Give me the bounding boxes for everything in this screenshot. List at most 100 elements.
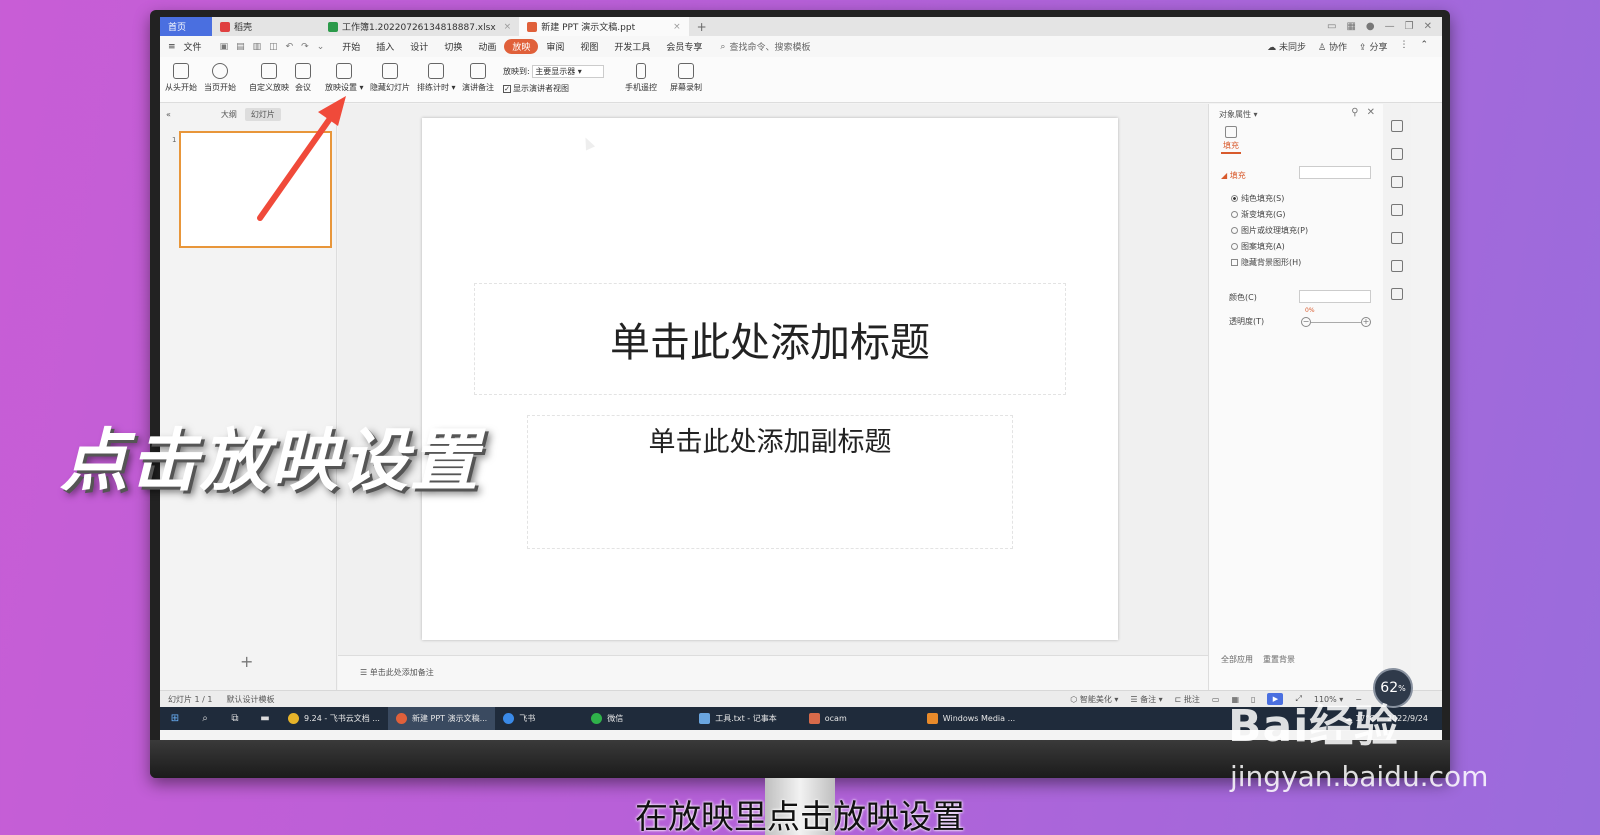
apps-icon[interactable]: ▦ (1346, 21, 1355, 32)
taskbar-app-feishu[interactable]: 飞书 (495, 707, 543, 730)
windows-start-icon[interactable]: ⊞ (160, 713, 190, 724)
menu-design[interactable]: 设计 (402, 40, 436, 53)
tab-docer[interactable]: 稻壳 (212, 17, 260, 36)
layout-icon[interactable]: ▭ (1327, 21, 1336, 32)
add-slide-button[interactable]: + (240, 652, 253, 671)
collapse-ribbon-icon[interactable]: ⌃ (1420, 40, 1428, 53)
collab-button[interactable]: ♙ 协作 (1318, 40, 1347, 53)
share-button[interactable]: ⇪ 分享 (1359, 40, 1387, 53)
hamburger-icon[interactable]: ≡ (160, 42, 184, 52)
taskbar-app-notepad[interactable]: 工具.txt - 记事本 (691, 707, 785, 730)
close-icon[interactable]: × (504, 22, 512, 32)
slides-icon[interactable] (1391, 204, 1403, 216)
phone-remote-button[interactable]: 手机遥控 (625, 63, 657, 93)
fill-tab[interactable]: 填充 (1221, 126, 1241, 154)
color-dropdown[interactable] (1299, 290, 1371, 303)
taskbar-app-ocam[interactable]: ocam (801, 707, 855, 730)
taskbar-app-wps[interactable]: 新建 PPT 演示文稿... (387, 707, 496, 730)
tab-xlsx[interactable]: 工作簿1.20220726134818887.xlsx × (320, 17, 519, 36)
notes-button[interactable]: ☰ 备注 ▾ (1130, 694, 1162, 705)
meeting-button[interactable]: 会议 (295, 63, 311, 93)
from-start-button[interactable]: 从头开始 (165, 63, 197, 93)
picture-fill-radio[interactable]: 图片或纹理填充(P) (1231, 225, 1308, 236)
hide-bg-checkbox[interactable]: 隐藏背景图形(H) (1231, 257, 1301, 268)
taskbar-app-media[interactable]: Windows Media ... (919, 707, 1023, 730)
menu-review[interactable]: 审阅 (538, 40, 572, 53)
notes-area[interactable]: ☰ 单击此处添加备注 (338, 655, 1208, 690)
window-close-icon[interactable]: ✕ (1424, 21, 1432, 32)
beautify-button[interactable]: ⬡ 智能美化 ▾ (1070, 694, 1118, 705)
more-icon[interactable]: ⋮ (1399, 40, 1408, 53)
menu-insert[interactable]: 插入 (368, 40, 402, 53)
show-to-select[interactable]: 主要显示器 ▾ (532, 65, 605, 78)
from-current-button[interactable]: 当页开始 (204, 63, 236, 93)
slides-tab[interactable]: 幻灯片 (244, 107, 281, 121)
menu-member[interactable]: 会员专享 (658, 40, 710, 53)
menu-view[interactable]: 视图 (572, 40, 606, 53)
presenter-view-checkbox[interactable]: ✓ 显示演讲者视图 (503, 80, 604, 97)
close-icon[interactable]: ✕ (1367, 107, 1375, 118)
screen-record-button[interactable]: 屏幕录制 (670, 63, 702, 93)
tab-ppt[interactable]: 新建 PPT 演示文稿.ppt × (519, 17, 689, 36)
image-icon[interactable] (1391, 260, 1403, 272)
menu-file[interactable]: 文件 (184, 40, 210, 53)
custom-show-button[interactable]: 自定义放映 (249, 63, 289, 93)
show-settings-button[interactable]: 放映设置 ▾ (325, 63, 364, 93)
fill-section-header[interactable]: ◢ 填充 (1221, 170, 1246, 181)
chevron-down-icon[interactable]: ⌄ (317, 42, 325, 52)
restore-icon[interactable]: ❐ (1405, 21, 1414, 32)
export-icon[interactable]: ▤ (236, 42, 245, 52)
mail-icon[interactable]: ▬ (250, 713, 280, 724)
collapse-pane-icon[interactable]: « (166, 110, 171, 119)
transparency-slider[interactable]: − + (1301, 316, 1371, 328)
save-icon[interactable]: ▣ (220, 42, 229, 52)
taskbar-app-chrome[interactable]: 9.24 - 飞书云文档 ... (280, 707, 388, 730)
menu-start[interactable]: 开始 (334, 40, 368, 53)
print-icon[interactable]: ▥ (253, 42, 262, 52)
speaker-notes-button[interactable]: 演讲备注 (462, 63, 494, 93)
template-name[interactable]: 默认设计模板 (227, 694, 275, 705)
normal-view-icon[interactable]: ▭ (1212, 695, 1220, 704)
solid-fill-radio[interactable]: 纯色填充(S) (1231, 193, 1284, 204)
sync-button[interactable]: ☁ 未同步 (1267, 40, 1306, 53)
tab-home[interactable]: 首页 (160, 17, 212, 36)
pin-icon[interactable]: ⚲ (1351, 107, 1358, 118)
menu-animation[interactable]: 动画 (470, 40, 504, 53)
properties-icon[interactable] (1391, 148, 1403, 160)
slide-thumbnail[interactable] (179, 131, 332, 248)
gradient-fill-radio[interactable]: 渐变填充(G) (1231, 209, 1285, 220)
outline-tab[interactable]: 大纲 (215, 108, 243, 121)
plus-icon[interactable]: + (1361, 317, 1371, 327)
undo-icon[interactable]: ↶ (286, 42, 294, 52)
slide[interactable]: 单击此处添加标题 单击此处添加副标题 (422, 118, 1118, 640)
menu-slideshow[interactable]: 放映 (504, 39, 539, 54)
comments-button[interactable]: ⊏ 批注 (1175, 694, 1200, 705)
magic-icon[interactable] (1391, 176, 1403, 188)
close-icon[interactable]: × (673, 22, 681, 32)
apply-all-button[interactable]: 全部应用 (1221, 654, 1253, 665)
task-view-icon[interactable]: ⧉ (220, 713, 250, 724)
redo-icon[interactable]: ↷ (301, 42, 309, 52)
title-placeholder[interactable]: 单击此处添加标题 (474, 283, 1066, 395)
search-icon[interactable]: ⌕ (190, 713, 220, 724)
avatar[interactable]: ● (1366, 21, 1375, 32)
settings-icon (336, 63, 353, 79)
preview-icon[interactable]: ◫ (269, 42, 278, 52)
new-tab-button[interactable]: + (689, 20, 715, 34)
subtitle-placeholder[interactable]: 单击此处添加副标题 (527, 415, 1013, 549)
reset-bg-button[interactable]: 重置背景 (1263, 654, 1295, 665)
hide-slide-button[interactable]: 隐藏幻灯片 (370, 63, 410, 93)
pattern-fill-radio[interactable]: 图案填充(A) (1231, 241, 1285, 252)
menu-dev-tools[interactable]: 开发工具 (606, 40, 658, 53)
taskbar-app-wechat[interactable]: 微信 (583, 707, 631, 730)
location-icon[interactable] (1391, 288, 1403, 300)
pane-title[interactable]: 对象属性 ▾ (1219, 109, 1258, 120)
menu-transition[interactable]: 切换 (436, 40, 470, 53)
minimize-icon[interactable]: — (1385, 21, 1395, 32)
fill-type-dropdown[interactable] (1299, 166, 1371, 179)
minus-icon[interactable]: − (1301, 317, 1311, 327)
shape-icon[interactable] (1391, 120, 1403, 132)
help-icon[interactable] (1391, 232, 1403, 244)
command-search[interactable]: ⌕ 查找命令、搜索模板 (710, 40, 820, 54)
rehearse-button[interactable]: 排练计时 ▾ (417, 63, 456, 93)
